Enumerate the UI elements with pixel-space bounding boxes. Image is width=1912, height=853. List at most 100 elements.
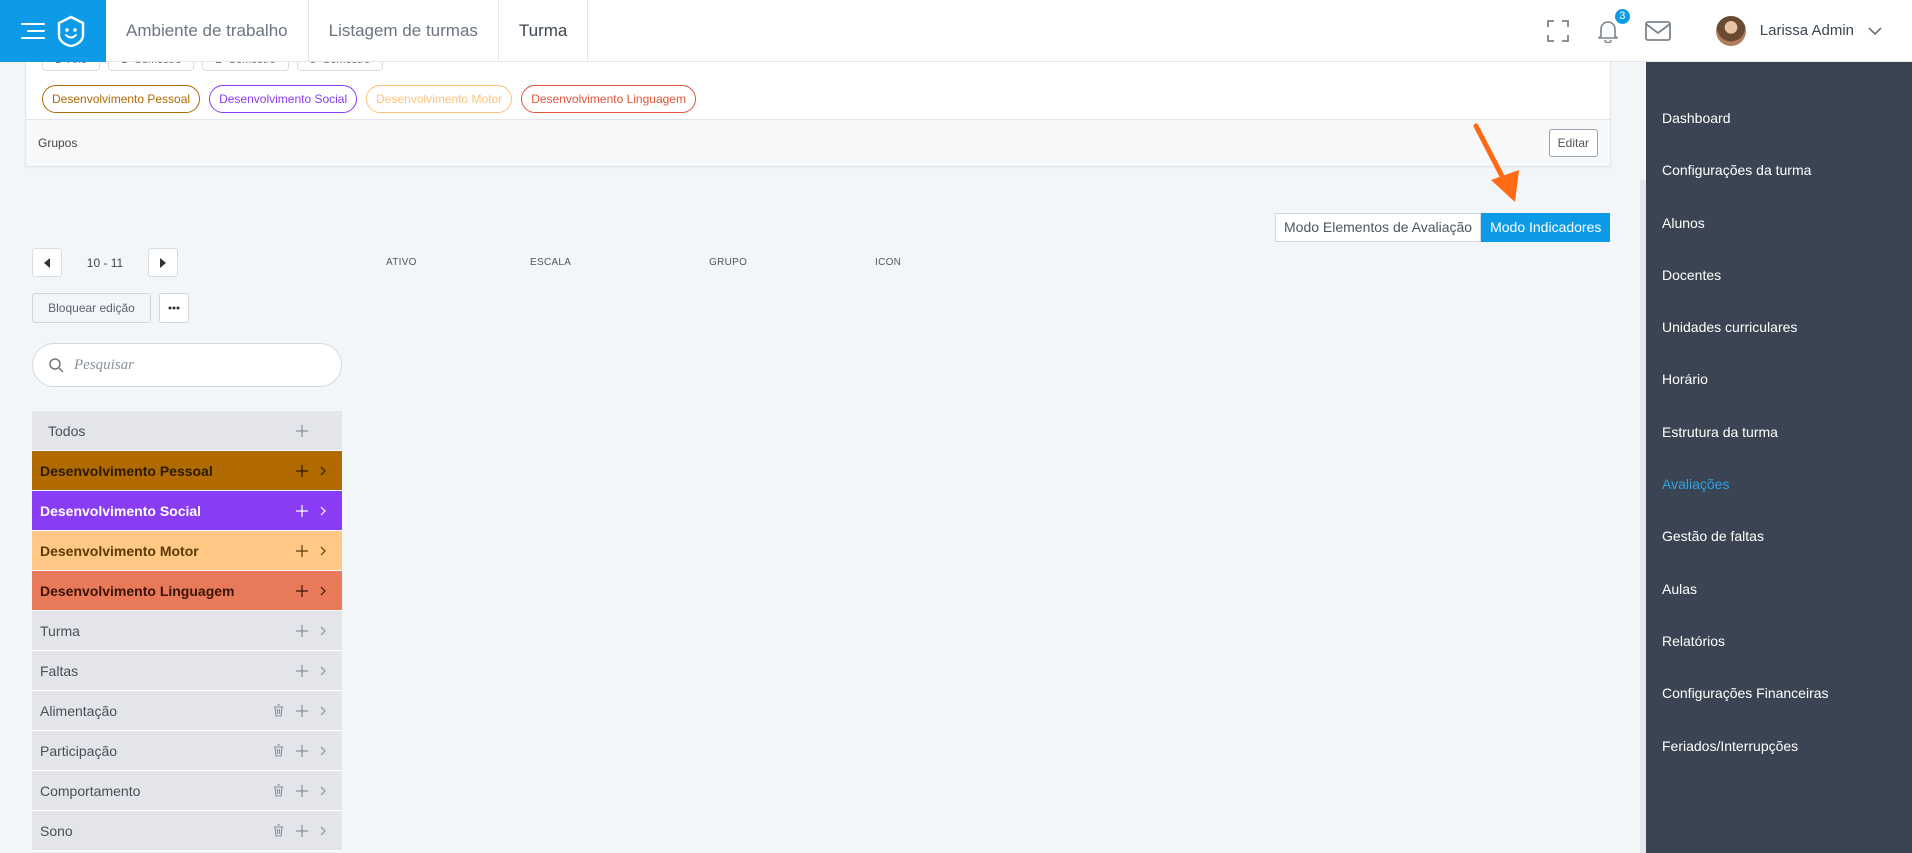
plus-icon[interactable] xyxy=(296,664,308,677)
trash-icon[interactable] xyxy=(273,744,284,757)
ellipsis-icon xyxy=(168,306,180,310)
group-row[interactable]: Desenvolvimento Pessoal xyxy=(32,451,342,491)
chevron-right-icon[interactable] xyxy=(320,706,326,716)
sidebar-item[interactable]: Relatórios xyxy=(1646,615,1912,667)
trash-icon[interactable] xyxy=(273,704,284,717)
group-row-actions xyxy=(273,744,342,757)
chevron-right-icon[interactable] xyxy=(320,586,326,596)
chevron-right-icon[interactable] xyxy=(320,746,326,756)
pager: 10 - 11 xyxy=(32,248,178,277)
group-row[interactable]: Desenvolvimento Motor xyxy=(32,531,342,571)
group-row-actions xyxy=(296,424,342,437)
chevron-right-icon[interactable] xyxy=(320,786,326,796)
plus-icon[interactable] xyxy=(296,464,308,477)
group-row-actions xyxy=(296,624,342,637)
plus-icon[interactable] xyxy=(296,744,308,757)
column-header-scale[interactable]: ESCALA xyxy=(530,257,571,268)
sidebar-item[interactable]: Feriados/Interrupções xyxy=(1646,720,1912,772)
group-row[interactable]: Desenvolvimento Linguagem xyxy=(32,571,342,611)
chevron-right-icon[interactable] xyxy=(320,826,326,836)
caret-right-icon xyxy=(160,257,166,268)
group-row[interactable]: Faltas xyxy=(32,651,342,691)
mode-assessment-elements-button[interactable]: Modo Elementos de Avaliação xyxy=(1275,213,1482,242)
group-row[interactable]: Turma xyxy=(32,611,342,651)
plus-icon[interactable] xyxy=(296,544,308,557)
plus-icon[interactable] xyxy=(296,784,308,797)
sidebar-item[interactable]: Estrutura da turma xyxy=(1646,406,1912,458)
group-row-actions xyxy=(273,784,342,797)
mode-toggle: Modo Elementos de Avaliação Modo Indicad… xyxy=(1275,213,1611,242)
edit-button[interactable]: Editar xyxy=(1548,129,1598,157)
chevron-right-icon[interactable] xyxy=(320,466,326,476)
annotation-arrow-icon xyxy=(1473,123,1519,202)
sidebar-item[interactable]: Dashboard xyxy=(1646,92,1912,144)
chevron-right-icon[interactable] xyxy=(320,666,326,676)
groups-label: Grupos xyxy=(38,136,78,150)
group-row[interactable]: Comportamento xyxy=(32,771,342,811)
search-box xyxy=(32,343,342,387)
group-row-label: Todos xyxy=(48,422,86,439)
sidebar-item[interactable]: Configurações Financeiras xyxy=(1646,667,1912,719)
menu-icon[interactable] xyxy=(21,22,45,40)
prev-page-button[interactable] xyxy=(32,248,62,277)
group-row[interactable]: Sono xyxy=(32,811,342,851)
chevron-right-icon[interactable] xyxy=(320,546,326,556)
chevron-right-icon[interactable] xyxy=(320,506,326,516)
more-options-button[interactable] xyxy=(159,293,189,323)
chevron-right-icon[interactable] xyxy=(320,626,326,636)
plus-icon[interactable] xyxy=(296,504,308,517)
next-page-button[interactable] xyxy=(148,248,178,277)
fullscreen-icon[interactable] xyxy=(1544,17,1572,45)
group-row-label: Desenvolvimento Pessoal xyxy=(40,462,213,479)
group-row-actions xyxy=(273,704,342,717)
sidebar-item[interactable]: Horário xyxy=(1646,353,1912,405)
notifications-bell-icon[interactable]: 3 xyxy=(1594,6,1632,45)
trash-icon[interactable] xyxy=(273,784,284,797)
group-row-actions xyxy=(273,824,342,837)
sidebar-item[interactable]: Configurações da turma xyxy=(1646,144,1912,196)
group-chip[interactable]: Desenvolvimento Motor xyxy=(366,85,513,113)
column-header-active[interactable]: ATIVO xyxy=(386,257,417,268)
groups-footer: Grupos Editar xyxy=(26,119,1610,166)
group-row-label: Alimentação xyxy=(40,702,118,719)
group-row-actions xyxy=(296,504,342,517)
user-menu[interactable]: Larissa Admin xyxy=(1715,15,1882,46)
group-row[interactable]: Todos xyxy=(32,411,342,451)
breadcrumb-class[interactable]: Turma xyxy=(499,0,589,61)
sidebar-item[interactable]: Docentes xyxy=(1646,249,1912,301)
lock-editing-button[interactable]: Bloquear edição xyxy=(32,293,151,323)
logo-icon[interactable] xyxy=(57,15,85,47)
notifications-badge: 3 xyxy=(1612,6,1632,26)
group-chip[interactable]: Desenvolvimento Social xyxy=(209,85,358,113)
sidebar-item[interactable]: Avaliações xyxy=(1646,458,1912,510)
sidebar-item[interactable]: Unidades curriculares xyxy=(1646,301,1912,353)
group-row-actions xyxy=(296,544,342,557)
plus-icon[interactable] xyxy=(296,704,308,717)
search-input[interactable] xyxy=(74,356,314,374)
group-row[interactable]: Participação xyxy=(32,731,342,771)
column-header-icon[interactable]: ICON xyxy=(875,257,901,268)
user-name: Larissa Admin xyxy=(1759,22,1854,39)
class-sidebar: Dashboard Configurações da turma Alunos Doc… xyxy=(1646,62,1912,853)
plus-icon[interactable] xyxy=(296,584,308,597)
column-header-group[interactable]: GRUPO xyxy=(709,257,747,268)
breadcrumb-workspace[interactable]: Ambiente de trabalho xyxy=(106,0,309,61)
avatar xyxy=(1715,15,1746,46)
sidebar-item[interactable]: Alunos xyxy=(1646,197,1912,249)
group-row-label: Comportamento xyxy=(40,782,141,799)
group-chip[interactable]: Desenvolvimento Pessoal xyxy=(42,85,201,113)
sidebar-item[interactable]: Aulas xyxy=(1646,563,1912,615)
group-row[interactable]: Desenvolvimento Social xyxy=(32,491,342,531)
plus-icon[interactable] xyxy=(296,424,308,437)
group-chip[interactable]: Desenvolvimento Linguagem xyxy=(521,85,696,113)
mode-indicators-button[interactable]: Modo Indicadores xyxy=(1481,213,1611,242)
trash-icon[interactable] xyxy=(273,824,284,837)
plus-icon[interactable] xyxy=(296,824,308,837)
breadcrumb-class-list[interactable]: Listagem de turmas xyxy=(309,0,499,61)
sidebar-item[interactable]: Gestão de faltas xyxy=(1646,510,1912,562)
mail-icon[interactable] xyxy=(1644,17,1672,45)
plus-icon[interactable] xyxy=(296,624,308,637)
top-actions: 3 Larissa Admin xyxy=(1544,0,1912,61)
group-row[interactable]: Alimentação xyxy=(32,691,342,731)
chevron-down-icon xyxy=(1868,22,1882,39)
